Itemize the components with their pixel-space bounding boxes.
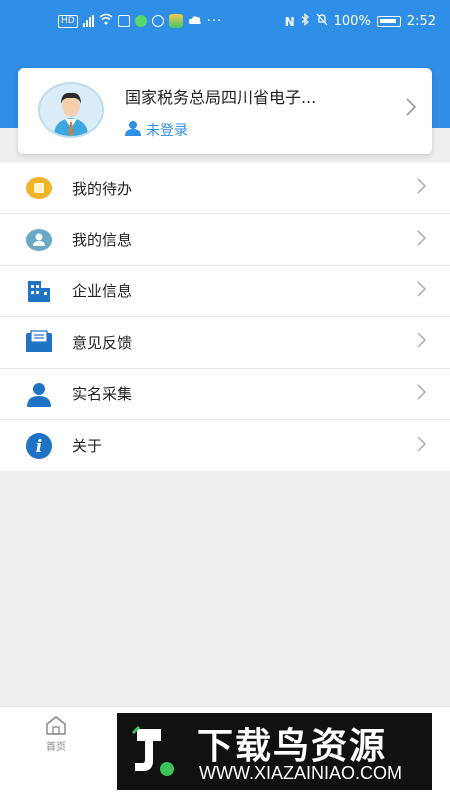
menu-item-label: 我的信息 xyxy=(72,231,133,250)
building-icon xyxy=(25,277,53,305)
person-icon xyxy=(25,380,53,408)
bluetooth-icon xyxy=(301,13,310,30)
chevron-right-icon xyxy=(417,178,427,198)
tab-home-label: 首页 xyxy=(46,742,66,753)
menu-item-todo[interactable]: 我的待办 xyxy=(0,163,450,215)
menu-item-label: 我的待办 xyxy=(72,179,133,198)
profile-card[interactable]: 国家税务总局四川省电子... 未登录 xyxy=(18,68,432,154)
login-status[interactable]: 未登录 xyxy=(125,120,188,140)
svg-text:i: i xyxy=(36,437,42,457)
chevron-right-icon xyxy=(406,98,417,120)
chevron-right-icon xyxy=(417,436,427,456)
more-icon: ··· xyxy=(206,13,223,29)
menu-list: 我的待办 我的信息 企业信息 意见反馈 实名采集 i 关于 xyxy=(0,163,450,472)
tab-home[interactable]: 首页 xyxy=(30,715,82,753)
battery-percent: 100% xyxy=(333,14,371,29)
mute-icon xyxy=(316,13,328,30)
info-icon: i xyxy=(25,432,53,460)
menu-item-realname[interactable]: 实名采集 xyxy=(0,369,450,420)
hd-badge: HD xyxy=(58,14,78,28)
menu-item-label: 实名采集 xyxy=(72,385,133,404)
status-bar: HD ··· N 100% 2:52 xyxy=(0,0,450,42)
menu-item-label: 意见反馈 xyxy=(72,333,133,352)
watermark-url: WWW.XIAZAINIAO.COM xyxy=(199,763,402,783)
status-icons-right: N 100% 2:52 xyxy=(285,13,436,30)
feedback-envelope-icon xyxy=(25,328,53,356)
signal-icon xyxy=(82,15,94,27)
battery-icon xyxy=(376,16,401,27)
watermark-title: 下载鸟资源 xyxy=(197,726,388,767)
app-icon xyxy=(168,14,183,28)
notification-icon xyxy=(117,15,130,27)
chevron-right-icon xyxy=(417,384,427,404)
menu-item-label: 企业信息 xyxy=(72,282,133,301)
status-icons-left: HD ··· xyxy=(58,13,222,29)
todo-icon xyxy=(25,174,53,202)
person-circle-icon xyxy=(25,226,53,254)
wifi-icon xyxy=(99,13,113,29)
org-name: 国家税务总局四川省电子... xyxy=(125,88,317,107)
login-status-label: 未登录 xyxy=(146,123,188,139)
translate-icon xyxy=(151,15,164,27)
businessman-avatar-icon xyxy=(38,82,104,138)
menu-item-feedback[interactable]: 意见反馈 xyxy=(0,317,450,369)
chevron-right-icon xyxy=(417,230,427,250)
home-icon xyxy=(45,716,67,738)
watermark-banner: 下载鸟资源 WWW.XIAZAINIAO.COM xyxy=(117,713,432,790)
menu-item-company-info[interactable]: 企业信息 xyxy=(0,266,450,318)
chevron-right-icon xyxy=(417,332,427,352)
user-icon xyxy=(125,120,141,140)
nfc-icon: N xyxy=(284,14,295,29)
menu-item-about[interactable]: i 关于 xyxy=(0,420,450,471)
clock: 2:52 xyxy=(406,14,436,29)
wechat-icon xyxy=(134,15,147,27)
chevron-right-icon xyxy=(417,281,427,301)
bird-logo-icon xyxy=(123,721,183,781)
menu-item-label: 关于 xyxy=(72,437,103,456)
cloud-icon xyxy=(188,14,202,29)
menu-item-my-info[interactable]: 我的信息 xyxy=(0,214,450,266)
